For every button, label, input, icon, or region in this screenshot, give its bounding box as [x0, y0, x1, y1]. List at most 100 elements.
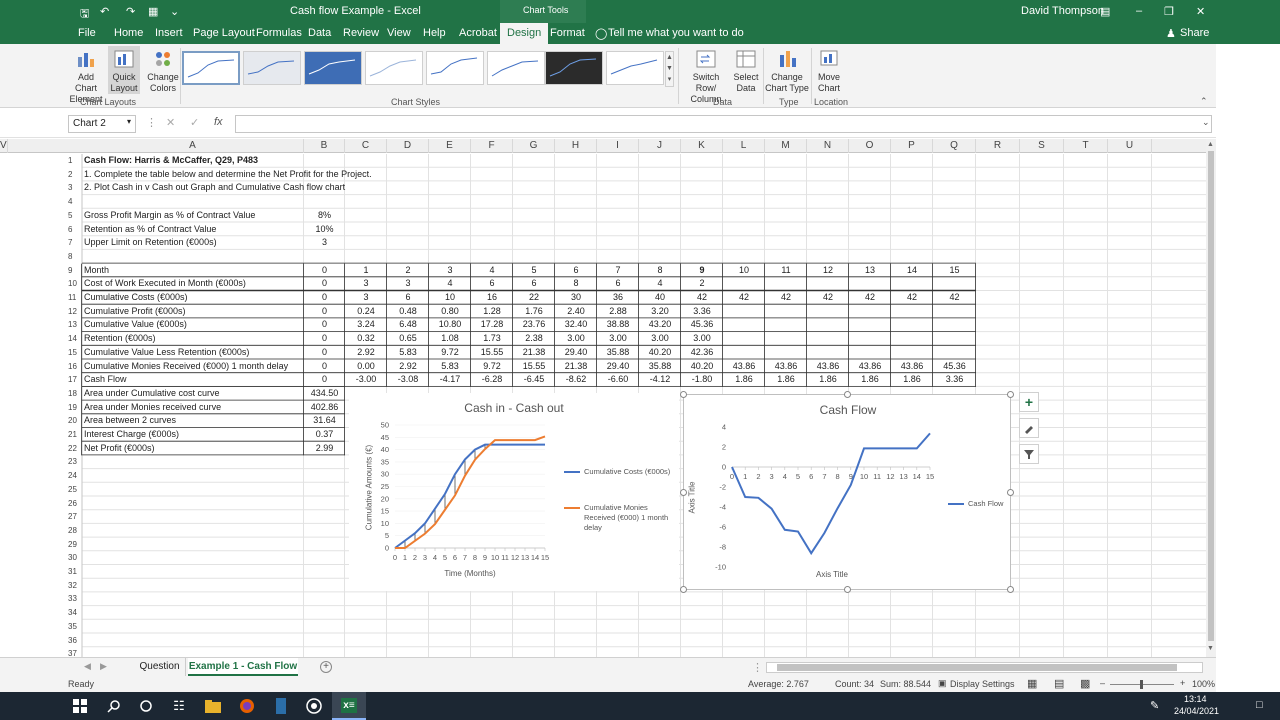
table-cell[interactable]: 6 — [389, 291, 427, 305]
tab-data[interactable]: Data — [308, 27, 331, 39]
table-cell[interactable]: 14 — [893, 264, 931, 278]
scroll-down-icon[interactable]: ▼ — [1207, 645, 1214, 652]
table-cell[interactable]: 45.36 — [935, 360, 974, 374]
table-cell[interactable]: 42 — [935, 291, 974, 305]
collapse-ribbon-icon[interactable]: ⌃ — [1200, 96, 1208, 107]
sheet-tab-question[interactable]: Question — [134, 658, 186, 676]
row-header[interactable]: 3 — [0, 181, 77, 194]
cell-value[interactable]: 10% — [306, 223, 343, 237]
zoom-in-icon[interactable]: + — [1180, 678, 1185, 688]
column-header-n[interactable]: N — [807, 139, 849, 153]
file-explorer-icon[interactable] — [205, 698, 221, 714]
row-header[interactable]: 14 — [0, 332, 77, 345]
chart-elements-plus-icon[interactable]: + — [1019, 392, 1039, 412]
table-cell[interactable]: 29.40 — [599, 360, 637, 374]
row-header[interactable]: 16 — [0, 360, 77, 373]
quick-layout-button[interactable]: Quick Layout — [108, 46, 140, 94]
summary-value[interactable]: 31.64 — [306, 414, 343, 428]
table-cell[interactable]: 43.86 — [809, 360, 847, 374]
table-cell[interactable]: 40.20 — [683, 360, 721, 374]
table-cell[interactable]: 1.86 — [725, 373, 763, 387]
table-cell[interactable]: 15 — [935, 264, 974, 278]
table-cell[interactable]: 10.80 — [431, 318, 469, 332]
worksheet-grid[interactable]: ABCDEFGHIJKLMNOPQRSTUV 1 2 3 4 5 6 7 8 9 10 11 12 13… — [0, 139, 1206, 657]
tab-acrobat[interactable]: Acrobat — [459, 27, 497, 39]
table-cell[interactable]: 1.86 — [851, 373, 889, 387]
table-cell[interactable]: 2.88 — [599, 305, 637, 319]
page-break-view-icon[interactable]: ▩ — [1080, 677, 1090, 690]
table-cell[interactable]: 2.92 — [347, 346, 385, 360]
table-cell[interactable]: 42 — [725, 291, 763, 305]
row-header[interactable]: 21 — [0, 428, 77, 441]
status-count[interactable]: Count: 34 — [835, 679, 874, 689]
table-row-label[interactable]: Cumulative Profit (€000s) — [84, 305, 302, 319]
cell-value[interactable]: 3 — [306, 236, 343, 250]
table-cell[interactable]: 9.72 — [431, 346, 469, 360]
table-cell[interactable]: 10 — [431, 291, 469, 305]
column-header-v[interactable]: V — [0, 139, 8, 153]
summary-label[interactable]: Interest Charge (€000s) — [84, 428, 302, 442]
page-layout-view-icon[interactable]: ▤ — [1054, 677, 1064, 690]
expand-formula-icon[interactable]: ⌄ — [1202, 117, 1210, 128]
resize-handle[interactable] — [680, 391, 687, 398]
tab-insert[interactable]: Insert — [155, 27, 183, 39]
resize-handle[interactable] — [1007, 391, 1014, 398]
table-cell[interactable]: 6 — [599, 277, 637, 291]
resize-handle[interactable] — [680, 489, 687, 496]
tab-format[interactable]: Format — [550, 27, 585, 39]
chart-style-4[interactable] — [365, 51, 423, 85]
table-cell[interactable]: 38.88 — [599, 318, 637, 332]
table-cell[interactable]: 6.48 — [389, 318, 427, 332]
row-header[interactable]: 31 — [0, 565, 77, 578]
close-icon[interactable]: ✕ — [1196, 5, 1205, 18]
column-header-f[interactable]: F — [471, 139, 513, 153]
table-cell[interactable]: 22 — [515, 291, 553, 305]
row-header[interactable]: 2 — [0, 168, 77, 181]
enter-icon[interactable]: ✓ — [190, 116, 199, 129]
table-cell[interactable]: 6 — [473, 277, 511, 291]
sheet-tab-example1-cash-flow[interactable]: Example 1 - Cash Flow — [188, 658, 298, 676]
zoom-thumb[interactable] — [1140, 680, 1143, 689]
column-header-l[interactable]: L — [723, 139, 765, 153]
table-cell[interactable]: 32.40 — [557, 318, 595, 332]
table-cell[interactable]: 3.20 — [641, 305, 679, 319]
minimize-icon[interactable]: – — [1136, 5, 1142, 17]
summary-value[interactable]: 2.99 — [306, 442, 343, 456]
table-cell[interactable]: 42.36 — [683, 346, 721, 360]
row-header[interactable]: 23 — [0, 455, 77, 468]
resize-handle[interactable] — [680, 586, 687, 593]
chart-styles-brush-icon[interactable] — [1019, 418, 1039, 438]
tab-formulas[interactable]: Formulas — [256, 27, 302, 39]
row-header[interactable]: 19 — [0, 401, 77, 414]
table-cell[interactable]: 42 — [851, 291, 889, 305]
prev-sheet-icon[interactable]: ◀ — [84, 661, 91, 672]
table-cell[interactable]: 42 — [809, 291, 847, 305]
summary-label[interactable]: Area between 2 curves — [84, 414, 302, 428]
table-cell[interactable]: 6 — [515, 277, 553, 291]
table-cell[interactable]: 1 — [347, 264, 385, 278]
column-header-r[interactable]: R — [976, 139, 1020, 153]
table-cell[interactable]: 43.86 — [725, 360, 763, 374]
table-cell[interactable]: 3.36 — [683, 305, 721, 319]
table-cell[interactable]: 3.00 — [641, 332, 679, 346]
table-cell[interactable]: 1.86 — [767, 373, 805, 387]
vertical-scrollbar[interactable]: ▲ ▼ — [1206, 139, 1216, 657]
customize-toolbar-icon[interactable]: ⌄ — [170, 5, 179, 18]
table-cell[interactable]: 4 — [473, 264, 511, 278]
table-cell[interactable]: 35.88 — [599, 346, 637, 360]
row-header[interactable]: 22 — [0, 442, 77, 455]
insert-function-icon[interactable]: fx — [214, 116, 223, 128]
table-cell[interactable]: 0 — [306, 291, 343, 305]
table-row-label[interactable]: Cumulative Costs (€000s) — [84, 291, 302, 305]
row-header[interactable]: 29 — [0, 538, 77, 551]
table-cell[interactable]: 4 — [431, 277, 469, 291]
table-cell[interactable]: -4.12 — [641, 373, 679, 387]
row-header[interactable]: 8 — [0, 250, 77, 263]
table-cell[interactable]: 5 — [515, 264, 553, 278]
table-cell[interactable]: 0 — [306, 305, 343, 319]
table-cell[interactable]: -1.80 — [683, 373, 721, 387]
table-cell[interactable]: 3 — [389, 277, 427, 291]
summary-value[interactable]: 0.37 — [306, 428, 343, 442]
table-cell[interactable]: 11 — [767, 264, 805, 278]
chart-style-8[interactable] — [606, 51, 664, 85]
